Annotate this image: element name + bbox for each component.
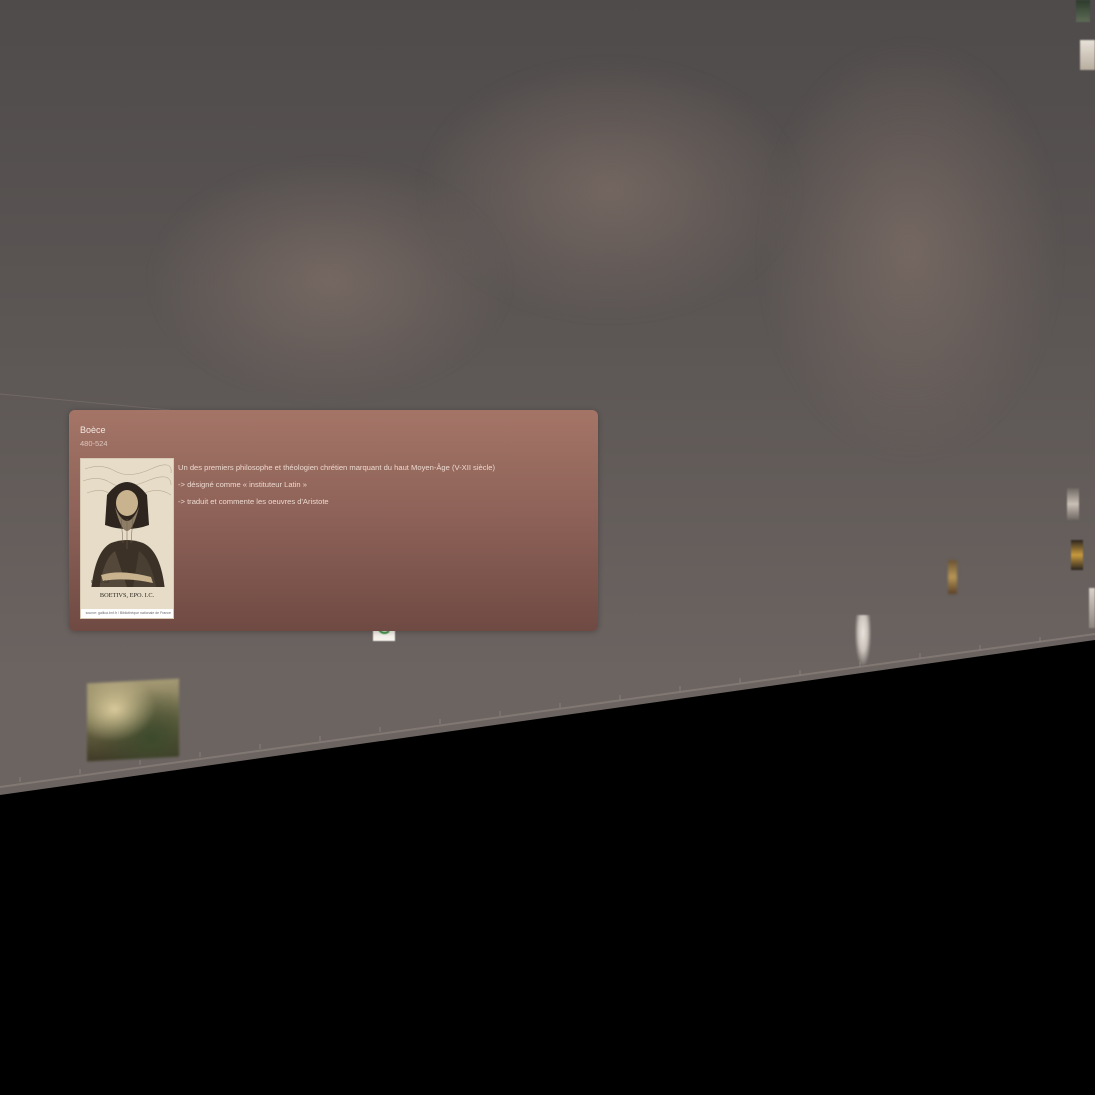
event-dates: 480-524 — [80, 439, 108, 448]
background-blur-3 — [150, 160, 510, 400]
event-right-thumbnail — [948, 560, 957, 594]
timeline-surface: Boèce 480-524 BOETIVS, EPO. I.C. Ex Ico.… — [0, 0, 1095, 795]
portrait-signature: Ex Ico. Gal. — [91, 579, 110, 584]
event-title: Boèce — [80, 425, 106, 435]
event-statue-thumbnail[interactable] — [855, 615, 871, 665]
portrait-caption: BOETIVS, EPO. I.C. — [100, 592, 155, 599]
event-detail-card[interactable]: Boèce 480-524 BOETIVS, EPO. I.C. Ex Ico.… — [69, 410, 598, 631]
event-description-line: -> désigné comme « instituteur Latin » — [178, 480, 307, 489]
portrait-face — [116, 490, 138, 516]
edge-event-thumbnail[interactable] — [1076, 0, 1090, 22]
timeline-upper-rail — [0, 393, 171, 411]
portrait-credit: source: gallica.bnf.fr / Bibliothèque na… — [81, 609, 173, 618]
edge-event-thumbnail[interactable] — [1080, 40, 1095, 70]
background-blur-2 — [760, 40, 1060, 460]
event-description: Un des premiers philosophe et théologien… — [178, 462, 588, 513]
edge-event-thumbnail[interactable] — [1067, 488, 1079, 520]
edge-event-thumbnail[interactable] — [1071, 540, 1083, 570]
event-painting[interactable] — [86, 655, 346, 775]
event-painting-thumbnail[interactable] — [87, 678, 179, 762]
event-right[interactable] — [948, 560, 961, 594]
event-description-line: Un des premiers philosophe et théologien… — [178, 463, 496, 472]
edge-event-thumbnail[interactable] — [1089, 588, 1095, 628]
event-description-line: -> traduit et commente les oeuvres d'Ari… — [178, 497, 329, 506]
engraved-portrait: BOETIVS, EPO. I.C. Ex Ico. Gal. — [81, 459, 173, 611]
event-portrait-image[interactable]: BOETIVS, EPO. I.C. Ex Ico. Gal. source: … — [80, 458, 174, 619]
